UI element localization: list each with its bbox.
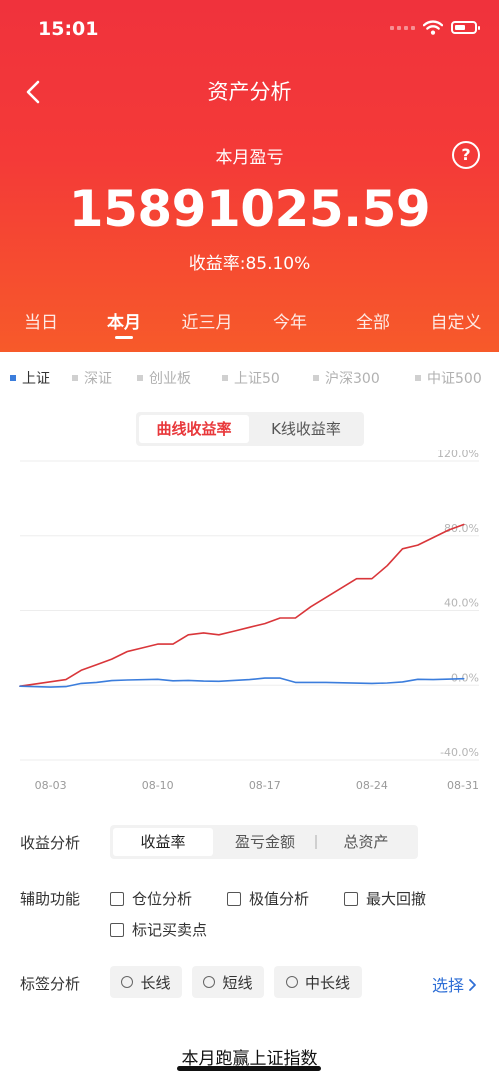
analysis-profit-button[interactable]: 盈亏金额 — [215, 828, 315, 856]
x-tick-label: 08-24 — [356, 779, 388, 792]
y-tick-label: -40.0% — [440, 746, 479, 759]
tab-period-today[interactable]: 当日 — [24, 308, 58, 333]
return-rate: 收益率:85.10% — [0, 249, 499, 274]
tab-period-custom[interactable]: 自定义 — [431, 308, 482, 333]
index-selector: 上证 深证 创业板 上证50 沪深300 中证500 — [0, 360, 499, 394]
chevron-right-icon — [469, 979, 476, 991]
page-title: 资产分析 — [207, 80, 292, 104]
checkbox-label: 极值分析 — [249, 890, 310, 908]
select-label: 选择 — [432, 976, 465, 995]
checkbox-box — [227, 891, 241, 906]
index-hs300[interactable]: 沪深300 — [313, 368, 380, 388]
radio-circle — [121, 976, 134, 988]
analysis-return-button[interactable]: 收益率 — [113, 828, 213, 856]
period-tabs: 当日 本月 近三月 今年 全部 自定义 — [0, 308, 499, 352]
radio-circle — [285, 976, 298, 988]
index-marker — [10, 375, 16, 381]
index-zz500[interactable]: 中证500 — [415, 368, 482, 388]
profit-label: 本月盈亏 — [215, 148, 284, 168]
max-drawdown-checkbox[interactable]: 最大回撤 — [344, 888, 426, 909]
x-tick-label: 08-17 — [249, 779, 281, 792]
index-label: 沪深300 — [325, 371, 380, 387]
wifi-icon — [423, 20, 443, 35]
tag-long-radio[interactable]: 长线 — [110, 966, 182, 998]
aux-label: 辅助功能 — [20, 890, 81, 908]
signal-icon — [390, 25, 415, 30]
status-time: 15:01 — [38, 18, 99, 40]
extreme-analysis-checkbox[interactable]: 极值分析 — [227, 888, 309, 909]
home-indicator — [177, 1066, 321, 1071]
index-label: 上证 — [22, 371, 50, 387]
checkbox-label: 最大回撤 — [366, 890, 427, 908]
tag-label: 长线 — [140, 973, 171, 992]
status-indicators — [390, 20, 480, 35]
y-tick-label: 120.0% — [437, 450, 479, 460]
checkbox-box — [110, 891, 124, 906]
x-tick-label: 08-03 — [35, 779, 67, 792]
position-analysis-checkbox[interactable]: 仓位分析 — [110, 888, 192, 909]
analysis-segment: 收益率 盈亏金额 总资产 — [110, 825, 418, 859]
index-sz50[interactable]: 上证50 — [222, 368, 280, 388]
return-rate-value: 85.10% — [245, 254, 311, 274]
checkbox-box — [110, 922, 124, 937]
trade-points-checkbox[interactable]: 标记买卖点 — [110, 919, 207, 940]
index-label: 深证 — [84, 371, 112, 387]
tag-short-radio[interactable]: 短线 — [192, 966, 264, 998]
tab-period-three-months[interactable]: 近三月 — [182, 308, 233, 333]
x-tick-label: 08-10 — [142, 779, 174, 792]
tag-label: 短线 — [222, 973, 253, 992]
summary-header: 15:01 资产分析 本月盈亏 ? 15891025.59 收益率:85.10%… — [0, 0, 499, 352]
tab-period-month[interactable]: 本月 — [107, 308, 141, 339]
analysis-label: 收益分析 — [20, 834, 81, 852]
battery-icon — [451, 21, 480, 34]
return-rate-label: 收益率: — [188, 254, 246, 274]
checkbox-label: 仓位分析 — [132, 890, 193, 908]
return-chart: 120.0% 80.0% 40.0% 0.0% -40.0% 08-03 08-10 08-1… — [19, 450, 479, 792]
help-icon[interactable]: ? — [452, 141, 480, 169]
portfolio-return-line — [19, 523, 465, 687]
index-marker — [137, 375, 143, 381]
radio-circle — [203, 976, 216, 988]
curve-return-button[interactable]: 曲线收益率 — [139, 415, 249, 443]
kline-return-button[interactable]: K线收益率 — [251, 415, 361, 443]
x-tick-label: 08-31 — [447, 779, 479, 792]
tag-mid-long-radio[interactable]: 中长线 — [274, 966, 362, 998]
index-chinext[interactable]: 创业板 — [137, 368, 191, 388]
index-marker — [313, 375, 319, 381]
index-sh[interactable]: 上证 — [10, 368, 50, 388]
checkbox-label: 标记买卖点 — [132, 921, 208, 939]
index-marker — [415, 375, 421, 381]
index-label: 创业板 — [149, 371, 191, 387]
select-tags-link[interactable]: 选择 — [432, 972, 478, 996]
tab-period-all[interactable]: 全部 — [356, 308, 390, 333]
tag-label: 中长线 — [304, 973, 350, 992]
y-tick-label: 80.0% — [444, 522, 479, 535]
chart-type-toggle: 曲线收益率 K线收益率 — [136, 412, 364, 446]
analysis-assets-button[interactable]: 总资产 — [317, 828, 415, 856]
index-label: 中证500 — [427, 371, 482, 387]
profit-amount: 15891025.59 — [68, 180, 431, 238]
tab-period-year[interactable]: 今年 — [273, 308, 307, 333]
checkbox-box — [344, 891, 358, 906]
y-tick-label: 0.0% — [451, 671, 479, 684]
index-sz[interactable]: 深证 — [72, 368, 112, 388]
tags-label: 标签分析 — [20, 975, 81, 993]
y-tick-label: 40.0% — [444, 597, 479, 610]
index-marker — [222, 375, 228, 381]
index-label: 上证50 — [234, 371, 280, 387]
index-marker — [72, 375, 78, 381]
